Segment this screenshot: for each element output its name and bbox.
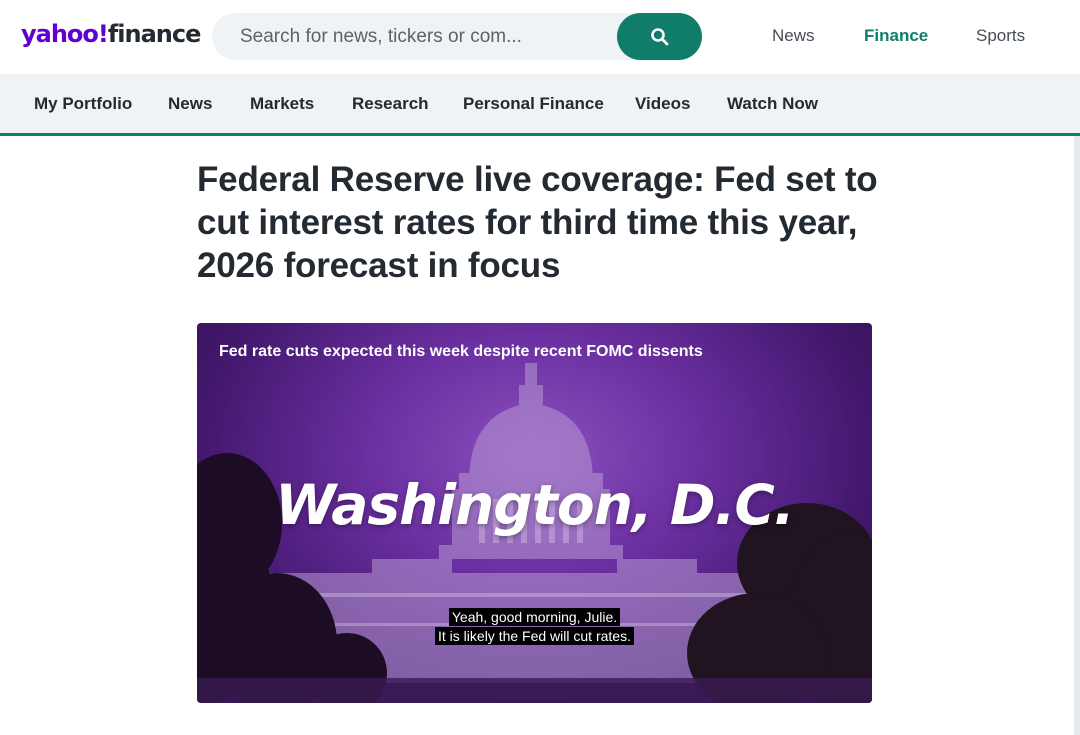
top-link-news[interactable]: News	[772, 26, 815, 46]
top-header: yahoo!finance News Finance Sports	[0, 0, 1080, 74]
video-location-overlay: Washington, D.C.	[275, 473, 794, 537]
search-button[interactable]	[617, 13, 702, 60]
main-nav: My Portfolio News Markets Research Perso…	[0, 74, 1080, 133]
video-captions: Yeah, good morning, Julie. It is likely …	[197, 608, 872, 646]
nav-item-research[interactable]: Research	[352, 94, 429, 114]
page-scrollbar[interactable]	[1074, 136, 1080, 735]
logo-finance-text: finance	[107, 20, 202, 48]
nav-item-markets[interactable]: Markets	[250, 94, 314, 114]
search-input[interactable]	[212, 13, 612, 60]
nav-divider	[0, 133, 1080, 136]
logo-yahoo-text: yahoo	[21, 20, 99, 48]
nav-item-personal-finance[interactable]: Personal Finance	[463, 94, 604, 114]
caption-line-2: It is likely the Fed will cut rates.	[435, 627, 634, 645]
article-headline: Federal Reserve live coverage: Fed set t…	[197, 160, 878, 285]
nav-item-my-portfolio[interactable]: My Portfolio	[34, 94, 132, 114]
search-icon	[650, 27, 668, 45]
nav-item-videos[interactable]: Videos	[635, 94, 690, 114]
logo-slash: !	[97, 20, 109, 48]
top-link-finance[interactable]: Finance	[864, 26, 928, 46]
nav-item-news[interactable]: News	[168, 94, 212, 114]
video-player[interactable]: Fed rate cuts expected this week despite…	[197, 323, 872, 703]
video-title: Fed rate cuts expected this week despite…	[219, 343, 703, 360]
caption-line-1: Yeah, good morning, Julie.	[448, 608, 621, 626]
nav-item-watch-now[interactable]: Watch Now	[727, 94, 818, 114]
search-bar	[212, 13, 702, 60]
yahoo-finance-logo[interactable]: yahoo!finance	[21, 20, 202, 48]
top-link-sports[interactable]: Sports	[976, 26, 1025, 46]
